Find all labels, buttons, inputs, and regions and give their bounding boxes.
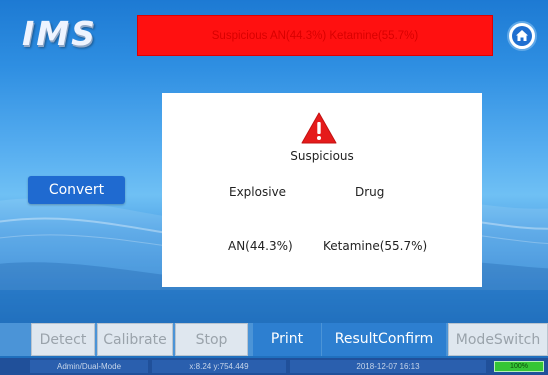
status-coordinates: x:8.24 y:754.449	[152, 360, 286, 373]
home-icon	[512, 26, 532, 46]
status-datetime: 2018-12-07 16:13	[290, 360, 486, 373]
result-title: Suspicious	[290, 149, 354, 163]
stop-button[interactable]: Stop	[175, 323, 248, 356]
calibrate-button[interactable]: Calibrate	[97, 323, 173, 356]
alert-status-banner: Suspicious AN(44.3%) Ketamine(55.7%)	[137, 15, 493, 56]
ims-screen: IMS Suspicious AN(44.3%) Ketamine(55.7%)…	[0, 0, 548, 375]
drug-result-value: Ketamine(55.7%)	[323, 239, 428, 253]
warning-icon	[301, 112, 337, 144]
ims-logo: IMS	[22, 14, 97, 53]
mode-switch-button[interactable]: ModeSwitch	[448, 323, 548, 356]
bottom-toolbar: Detect Calibrate Stop Print ResultConfir…	[0, 323, 548, 356]
status-bar: Admin/Dual-Mode x:8.24 y:754.449 2018-12…	[0, 358, 548, 375]
battery-indicator: 100%	[494, 361, 544, 372]
convert-button[interactable]: Convert	[28, 176, 125, 204]
detect-button[interactable]: Detect	[31, 323, 95, 356]
print-button[interactable]: Print	[253, 323, 321, 356]
home-button[interactable]	[507, 21, 537, 51]
drug-column-header: Drug	[355, 185, 385, 199]
explosive-column-header: Explosive	[229, 185, 287, 199]
explosive-result-value: AN(44.3%)	[228, 239, 293, 253]
result-panel: Suspicious Explosive Drug AN(44.3%) Keta…	[162, 93, 482, 287]
status-user-mode: Admin/Dual-Mode	[30, 360, 148, 373]
result-confirm-button[interactable]: ResultConfirm	[322, 323, 446, 356]
